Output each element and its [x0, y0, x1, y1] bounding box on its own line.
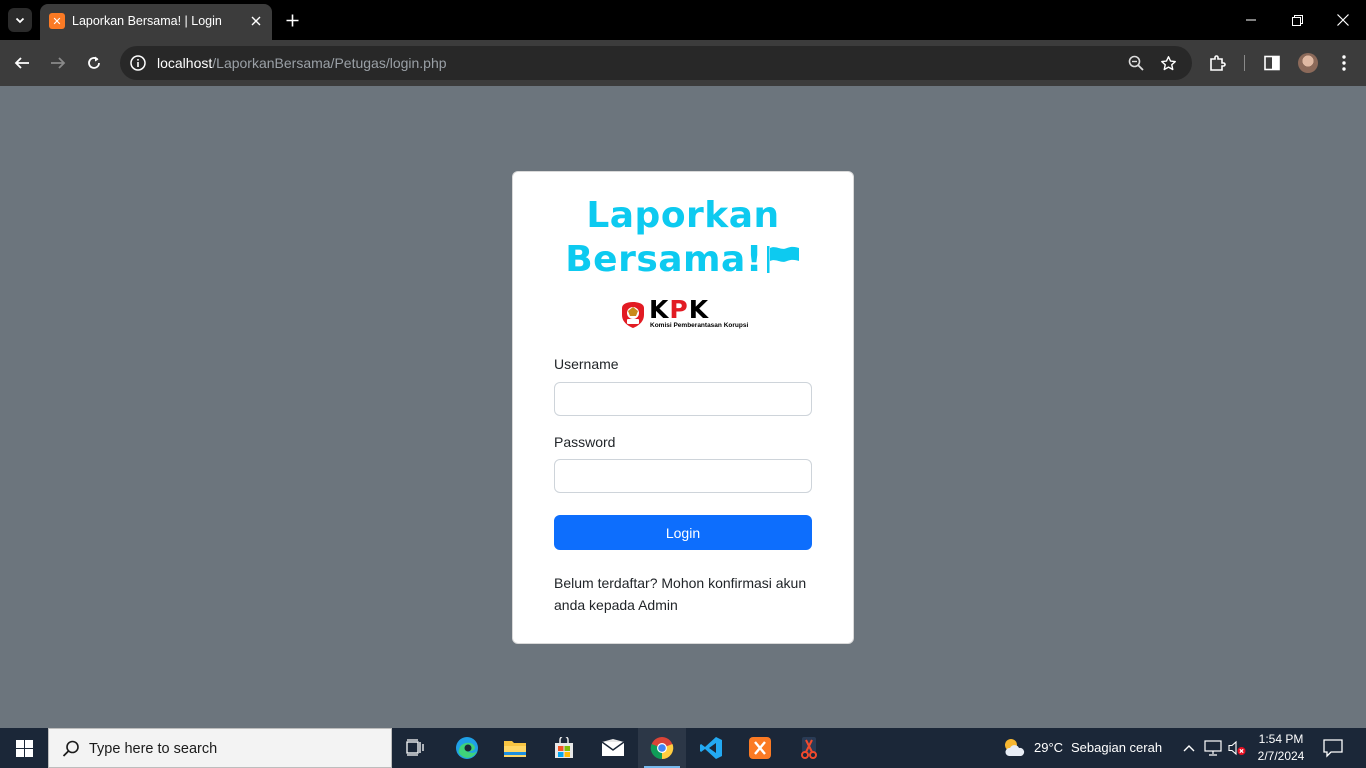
chrome-app[interactable] — [638, 728, 686, 768]
minimize-icon — [1246, 19, 1256, 21]
zoom-out-icon — [1128, 55, 1144, 71]
taskbar-search-box[interactable]: Type here to search — [48, 728, 392, 768]
site-info-button[interactable] — [128, 53, 148, 73]
close-icon — [1337, 14, 1349, 26]
more-vertical-icon — [1342, 55, 1346, 71]
forward-button[interactable] — [46, 51, 70, 75]
profile-avatar[interactable] — [1298, 53, 1318, 73]
new-tab-button[interactable] — [282, 10, 302, 30]
clock-date: 2/7/2024 — [1257, 749, 1305, 763]
zoom-button[interactable] — [1126, 53, 1146, 73]
network-icon — [1204, 740, 1222, 756]
tab-search-button[interactable] — [8, 8, 32, 32]
login-button[interactable]: Login — [554, 515, 812, 550]
search-icon — [62, 740, 79, 757]
logo-letter-k2: K — [688, 295, 710, 324]
brand-title-line1: Laporkan — [586, 195, 780, 236]
flag-icon — [766, 246, 799, 273]
file-explorer-app[interactable] — [491, 728, 539, 768]
registration-note: Belum terdaftar? Mohon konfirmasi akun a… — [554, 575, 807, 613]
browser-titlebar: ✕ Laporkan Bersama! | Login — [0, 0, 1366, 40]
xampp-favicon-icon: ✕ — [49, 13, 65, 29]
chevron-down-icon — [15, 17, 25, 24]
chrome-icon — [650, 737, 674, 760]
url-host: localhost — [157, 55, 213, 71]
side-panel-icon — [1264, 55, 1280, 71]
volume-muted-icon — [1228, 740, 1246, 756]
network-tray-button[interactable] — [1203, 738, 1223, 758]
arrow-right-icon — [51, 57, 66, 69]
close-icon — [251, 16, 261, 26]
folder-icon — [504, 741, 526, 757]
browser-tab-active[interactable]: ✕ Laporkan Bersama! | Login — [40, 4, 272, 40]
xampp-app[interactable] — [736, 728, 784, 768]
star-icon — [1160, 55, 1176, 70]
edge-icon — [456, 737, 478, 759]
mail-icon — [601, 739, 625, 756]
edge-app[interactable] — [443, 728, 491, 768]
url-text: localhost/LaporkanBersama/Petugas/login.… — [157, 55, 447, 71]
address-bar[interactable]: localhost/LaporkanBersama/Petugas/login.… — [120, 46, 1192, 80]
notification-center-icon[interactable] — [1322, 738, 1344, 758]
restore-button[interactable] — [1274, 0, 1320, 40]
task-view-button[interactable] — [392, 728, 440, 768]
weather-temperature[interactable]: 29°C — [1034, 740, 1063, 755]
brand-title-line2: Bersama! — [513, 238, 853, 282]
garuda-emblem-icon — [622, 302, 644, 328]
side-panel-button[interactable] — [1261, 52, 1283, 74]
tab-close-button[interactable] — [247, 12, 265, 30]
system-clock[interactable]: 1:54 PM 2/7/2024 — [1252, 731, 1310, 765]
scissors-icon — [801, 737, 817, 759]
password-label: Password — [554, 434, 616, 450]
snipping-tool-app[interactable] — [785, 728, 833, 768]
volume-tray-button[interactable] — [1227, 738, 1247, 758]
close-window-button[interactable] — [1320, 0, 1366, 40]
mail-app[interactable] — [589, 728, 637, 768]
clock-time: 1:54 PM — [1258, 732, 1304, 746]
show-hidden-icons-button[interactable] — [1179, 738, 1199, 758]
puzzle-icon — [1210, 55, 1226, 71]
username-input[interactable] — [554, 382, 812, 416]
login-card: Laporkan Bersama! KPK Komisi Pemberantas… — [512, 171, 854, 644]
arrow-left-icon — [14, 57, 29, 69]
windows-taskbar: Type here to search 29°C Sebagian cerah … — [0, 728, 1366, 768]
restore-icon — [1291, 14, 1303, 26]
page-viewport: Laporkan Bersama! KPK Komisi Pemberantas… — [0, 86, 1366, 728]
kpk-logo-letters: KPK — [649, 295, 709, 324]
logo-letter-k: K — [649, 295, 670, 324]
password-input[interactable] — [554, 459, 812, 493]
plus-icon — [286, 14, 298, 26]
back-button[interactable] — [10, 51, 34, 75]
taskbar-search-placeholder: Type here to search — [89, 741, 218, 757]
toolbar-divider — [1244, 55, 1245, 71]
info-icon — [130, 55, 146, 71]
windows-logo-icon — [15, 739, 33, 757]
task-view-icon — [406, 739, 424, 756]
vscode-app[interactable] — [687, 728, 735, 768]
brand-title: Laporkan Bersama! — [513, 194, 853, 282]
url-path: /LaporkanBersama/Petugas/login.php — [212, 55, 447, 71]
browser-toolbar: localhost/LaporkanBersama/Petugas/login.… — [0, 40, 1366, 86]
reload-icon — [88, 56, 100, 69]
microsoft-store-app[interactable] — [540, 728, 588, 768]
bookmark-button[interactable] — [1158, 53, 1178, 73]
weather-icon — [1005, 739, 1025, 756]
kpk-logo: KPK Komisi Pemberantasan Korupsi — [619, 295, 749, 330]
kpk-logo-subtitle: Komisi Pemberantasan Korupsi — [650, 322, 749, 329]
logo-letter-p: P — [669, 295, 689, 324]
store-icon — [555, 737, 573, 758]
browser-menu-button[interactable] — [1333, 52, 1355, 74]
xampp-icon — [749, 737, 771, 759]
tab-title: Laporkan Bersama! | Login — [72, 14, 222, 28]
start-button[interactable] — [0, 728, 48, 768]
chevron-up-icon — [1183, 745, 1195, 752]
vscode-icon — [700, 737, 722, 759]
weather-description[interactable]: Sebagian cerah — [1071, 740, 1162, 755]
username-label: Username — [554, 356, 619, 372]
minimize-button[interactable] — [1228, 0, 1274, 40]
reload-button[interactable] — [82, 51, 106, 75]
extensions-button[interactable] — [1207, 52, 1229, 74]
brand-title-line2-text: Bersama! — [565, 239, 763, 280]
